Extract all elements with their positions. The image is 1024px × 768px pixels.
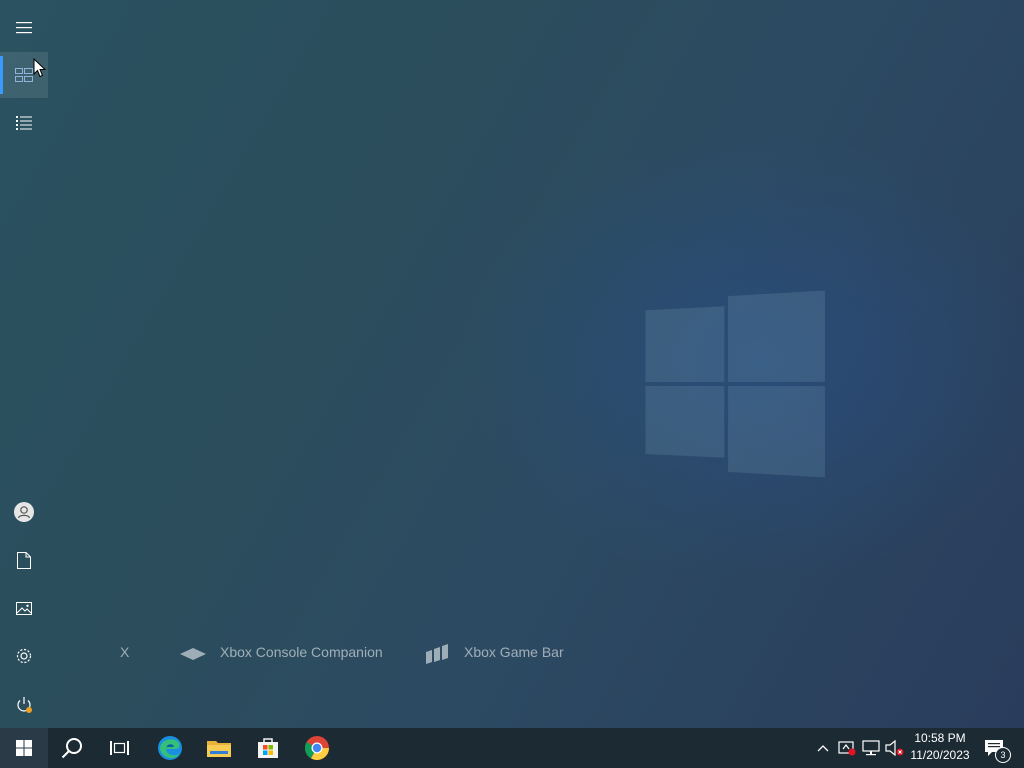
clock[interactable]: 10:58 PM 11/20/2023 bbox=[906, 730, 974, 766]
action-center-button[interactable]: 3 bbox=[980, 728, 1011, 768]
list-icon bbox=[16, 116, 32, 130]
show-hidden-icons-button[interactable] bbox=[812, 728, 834, 768]
pictures-icon bbox=[16, 601, 32, 615]
search-button[interactable] bbox=[48, 728, 96, 768]
app-xbox-console-companion[interactable]: Xbox Console Companion bbox=[220, 644, 383, 660]
user-icon bbox=[14, 502, 34, 522]
document-icon bbox=[17, 551, 31, 569]
volume-muted-icon bbox=[885, 740, 904, 756]
edge-button[interactable] bbox=[146, 728, 194, 768]
network-tray-button[interactable] bbox=[860, 728, 882, 768]
xbox-game-bar-icon bbox=[426, 644, 448, 664]
search-icon bbox=[61, 738, 82, 759]
windows-logo-icon bbox=[16, 740, 32, 756]
power-button[interactable] bbox=[0, 682, 48, 728]
expand-button[interactable] bbox=[0, 5, 48, 51]
gear-icon bbox=[16, 648, 32, 664]
chrome-button[interactable] bbox=[293, 728, 341, 768]
apps-group-letter[interactable]: X bbox=[120, 644, 129, 660]
hamburger-icon bbox=[16, 22, 32, 34]
security-tray-button[interactable] bbox=[836, 728, 858, 768]
folder-icon bbox=[207, 741, 231, 757]
mouse-cursor-icon bbox=[33, 58, 47, 78]
pictures-button[interactable] bbox=[0, 585, 48, 631]
all-apps-button[interactable] bbox=[0, 100, 48, 146]
app-xbox-game-bar[interactable]: Xbox Game Bar bbox=[464, 644, 564, 660]
edge-icon bbox=[158, 736, 182, 760]
start-menu-rail bbox=[0, 0, 48, 728]
xbox-companion-icon bbox=[180, 648, 206, 660]
chevron-up-icon bbox=[817, 745, 829, 752]
security-warning-icon bbox=[838, 741, 856, 756]
store-button[interactable] bbox=[244, 728, 292, 768]
chrome-icon bbox=[304, 736, 329, 761]
task-view-icon bbox=[110, 741, 129, 755]
apps-list-row: X Xbox Console Companion Xbox Game Bar bbox=[100, 640, 700, 664]
taskbar: 10:58 PM 11/20/2023 3 bbox=[0, 728, 1024, 768]
volume-tray-button[interactable] bbox=[884, 728, 906, 768]
notification-count-badge: 3 bbox=[995, 747, 1011, 763]
settings-button[interactable] bbox=[0, 633, 48, 679]
store-icon bbox=[258, 738, 278, 758]
documents-button[interactable] bbox=[0, 537, 48, 583]
task-view-button[interactable] bbox=[96, 728, 144, 768]
network-icon bbox=[862, 740, 880, 756]
file-explorer-button[interactable] bbox=[195, 728, 243, 768]
tiles-icon bbox=[15, 68, 33, 82]
windows-wallpaper-logo bbox=[645, 282, 825, 486]
desktop-background bbox=[0, 0, 1024, 728]
clock-date: 11/20/2023 bbox=[910, 748, 970, 762]
start-button[interactable] bbox=[0, 728, 48, 768]
user-button[interactable] bbox=[0, 489, 48, 535]
clock-time: 10:58 PM bbox=[914, 731, 966, 745]
power-icon bbox=[17, 697, 32, 713]
